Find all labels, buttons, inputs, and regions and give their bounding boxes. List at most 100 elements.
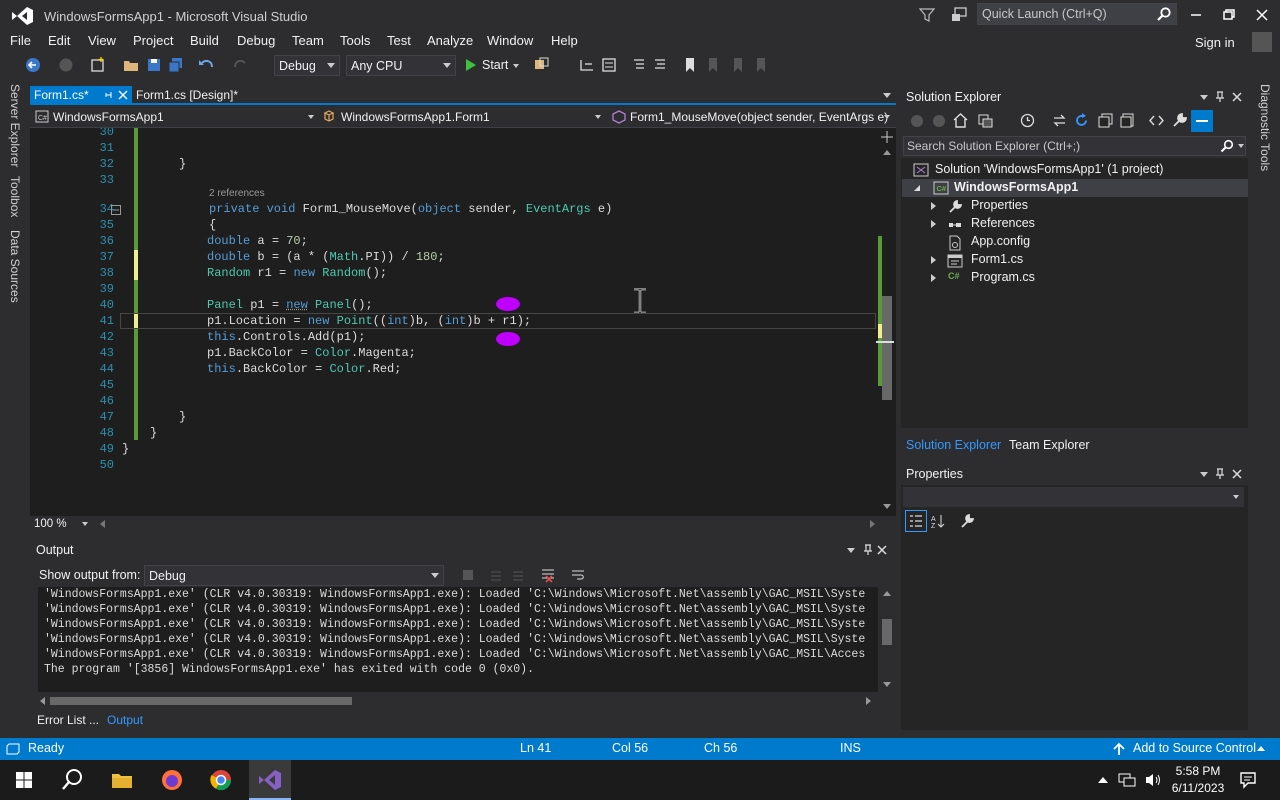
- save-icon[interactable]: [145, 56, 163, 74]
- restore-icon[interactable]: [1219, 6, 1239, 24]
- switch-views-icon[interactable]: [977, 112, 994, 129]
- tab-overflow-chevron-icon[interactable]: [883, 93, 891, 98]
- tab-form1-cs[interactable]: Form1.cs*: [30, 86, 132, 105]
- pin-icon[interactable]: [862, 544, 874, 556]
- menu-help[interactable]: Help: [551, 33, 578, 48]
- pending-changes-icon[interactable]: [1019, 112, 1036, 129]
- menu-view[interactable]: View: [88, 33, 116, 48]
- menu-test[interactable]: Test: [387, 33, 411, 48]
- menu-team[interactable]: Team: [292, 33, 324, 48]
- forward-icon[interactable]: [931, 113, 947, 129]
- open-file-icon[interactable]: [122, 56, 140, 74]
- windows-start-icon[interactable]: [8, 764, 40, 796]
- tab-toolbox[interactable]: Toolbox: [8, 176, 22, 217]
- collapsed-chevron-icon[interactable]: [931, 256, 936, 264]
- close-icon[interactable]: [1231, 468, 1243, 480]
- tree-item-project[interactable]: C# WindowsFormsApp1: [902, 179, 1248, 197]
- scroll-thumb[interactable]: [50, 697, 352, 705]
- categorized-button[interactable]: [905, 510, 927, 532]
- find-message-icon[interactable]: [460, 567, 476, 583]
- show-all-files-icon[interactable]: [1119, 112, 1136, 129]
- window-position-chevron-icon[interactable]: [1200, 95, 1208, 100]
- clear-bookmarks-icon[interactable]: [752, 56, 770, 74]
- scroll-down-arrow-icon[interactable]: [883, 504, 891, 509]
- pin-icon[interactable]: [1214, 468, 1226, 480]
- output-horizontal-scrollbar[interactable]: [38, 693, 878, 709]
- refresh-icon[interactable]: [1073, 112, 1090, 129]
- menu-project[interactable]: Project: [133, 33, 173, 48]
- tab-diagnostic-tools[interactable]: Diagnostic Tools: [1258, 84, 1272, 171]
- output-text-area[interactable]: 'WindowsFormsApp1.exe' (CLR v4.0.30319: …: [38, 587, 878, 692]
- bookmark-icon[interactable]: [681, 56, 699, 74]
- menu-debug[interactable]: Debug: [237, 33, 275, 48]
- tab-output[interactable]: Output: [107, 713, 143, 727]
- preview-selected-button[interactable]: [1191, 110, 1213, 132]
- home-icon[interactable]: [952, 112, 969, 129]
- next-message-icon[interactable]: [510, 567, 526, 583]
- browser-link-icon[interactable]: [533, 56, 551, 74]
- arrow-up-icon[interactable]: [1113, 742, 1125, 756]
- references-codelens[interactable]: 2 references: [209, 188, 265, 199]
- expanded-chevron-icon[interactable]: [914, 185, 920, 191]
- tab-error-list[interactable]: Error List ...: [37, 713, 99, 727]
- menu-window[interactable]: Window: [487, 33, 533, 48]
- split-icon[interactable]: [881, 131, 893, 143]
- scroll-thumb[interactable]: [882, 296, 892, 400]
- view-code-icon[interactable]: [1148, 112, 1165, 129]
- back-icon[interactable]: [909, 113, 925, 129]
- close-icon[interactable]: [876, 544, 888, 556]
- word-wrap-icon[interactable]: [570, 567, 586, 583]
- step-into-icon[interactable]: [578, 56, 596, 74]
- zoom-level[interactable]: 100 %: [34, 518, 67, 530]
- solution-search-input[interactable]: Search Solution Explorer (Ctrl+;): [903, 136, 1246, 156]
- scroll-thumb[interactable]: [882, 619, 892, 645]
- platform-combo[interactable]: Any CPU: [346, 55, 456, 76]
- menu-tools[interactable]: Tools: [340, 33, 370, 48]
- menu-edit[interactable]: Edit: [48, 33, 70, 48]
- close-icon[interactable]: [118, 90, 128, 100]
- taskbar-date[interactable]: 6/11/2023: [1166, 781, 1230, 795]
- collapse-icon[interactable]: [111, 205, 121, 215]
- back-icon[interactable]: [24, 56, 42, 74]
- redo-icon[interactable]: [232, 56, 250, 74]
- avatar[interactable]: [1252, 32, 1272, 52]
- menu-file[interactable]: File: [10, 33, 31, 48]
- network-icon[interactable]: [1118, 772, 1136, 788]
- taskbar-visual-studio-active[interactable]: [249, 760, 291, 800]
- collapsed-chevron-icon[interactable]: [931, 220, 936, 228]
- tab-solution-explorer[interactable]: Solution Explorer: [906, 438, 1001, 452]
- notifications-icon[interactable]: [1239, 771, 1257, 789]
- menu-build[interactable]: Build: [190, 33, 219, 48]
- scroll-down-arrow-icon[interactable]: [883, 682, 891, 687]
- step-over-icon[interactable]: [600, 56, 618, 74]
- chevron-up-icon[interactable]: [1257, 746, 1265, 751]
- firefox-icon[interactable]: [156, 764, 188, 796]
- quick-launch-input[interactable]: Quick Launch (Ctrl+Q): [977, 3, 1177, 25]
- chevron-down-icon[interactable]: [1238, 144, 1244, 148]
- output-source-select[interactable]: Debug: [144, 565, 444, 586]
- save-all-icon[interactable]: [167, 56, 185, 74]
- chrome-icon[interactable]: [205, 764, 237, 796]
- class-nav-combo[interactable]: WindowsFormsApp1.Form1: [320, 107, 605, 127]
- alphabetical-icon[interactable]: AZ: [930, 513, 946, 529]
- scroll-up-arrow-icon[interactable]: [883, 150, 891, 155]
- properties-wrench-icon[interactable]: [1171, 112, 1188, 129]
- forward-icon[interactable]: [57, 56, 75, 74]
- undo-icon[interactable]: [197, 56, 215, 74]
- tab-data-sources[interactable]: Data Sources: [8, 230, 22, 303]
- close-icon[interactable]: [1252, 6, 1272, 24]
- properties-object-select[interactable]: [903, 487, 1244, 507]
- configuration-combo[interactable]: Debug: [274, 55, 340, 76]
- scroll-right-arrow-icon[interactable]: [870, 520, 875, 528]
- comment-icon[interactable]: [630, 56, 648, 74]
- previous-message-icon[interactable]: [488, 567, 504, 583]
- pin-icon[interactable]: [104, 90, 114, 100]
- tab-server-explorer[interactable]: Server Explorer: [8, 84, 22, 167]
- filter-icon[interactable]: [918, 6, 936, 24]
- editor-vertical-scrollbar[interactable]: [876, 128, 896, 516]
- project-nav-combo[interactable]: C# WindowsFormsApp1: [30, 107, 318, 127]
- scroll-up-arrow-icon[interactable]: [883, 591, 891, 596]
- volume-icon[interactable]: [1144, 772, 1162, 788]
- minimize-icon[interactable]: [1186, 6, 1206, 24]
- window-position-chevron-icon[interactable]: [847, 548, 855, 553]
